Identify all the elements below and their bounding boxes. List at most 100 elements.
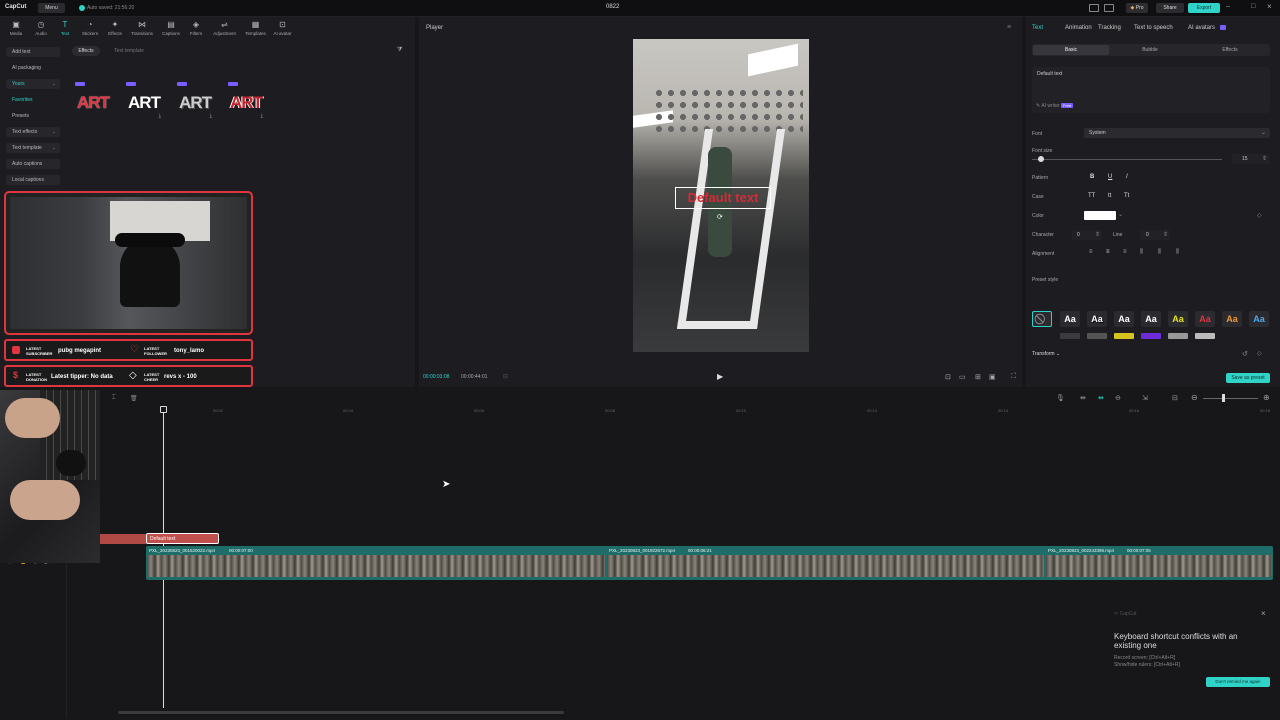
preset-row2-6[interactable] [1195, 333, 1215, 339]
microphone-icon[interactable]: 🎙 [1056, 394, 1065, 402]
playhead-handle[interactable] [160, 406, 167, 413]
text-input[interactable]: Default text ✎ AI writer Free [1032, 67, 1270, 113]
sidebar-item-favorites[interactable]: Favorites [6, 95, 60, 105]
subtab-basic[interactable]: Basic [1033, 45, 1109, 55]
tool-captions[interactable]: ▤ Captions [159, 20, 183, 36]
preset-black-outline[interactable]: Aa [1141, 311, 1161, 327]
shortcut-icon[interactable] [1104, 4, 1114, 12]
sidebar-item-add-text[interactable]: Add text [6, 47, 60, 57]
text-clip[interactable]: Default text [146, 533, 219, 544]
subtab-effects[interactable]: Effects [1192, 45, 1268, 55]
pro-button[interactable]: ◆ Pro [1126, 3, 1148, 13]
case-title-button[interactable]: Tt [1124, 193, 1129, 199]
tab-text-to-speech[interactable]: Text to speech [1134, 25, 1173, 31]
align-bottom-icon[interactable]: ⫼ [1176, 249, 1179, 256]
preset-shadow[interactable]: Aa [1114, 311, 1134, 327]
color-picker[interactable] [1084, 211, 1116, 220]
stepper-icon[interactable]: ⇕ [1095, 231, 1100, 238]
stepper-icon[interactable]: ⇕ [1163, 231, 1168, 238]
preset-blue[interactable]: Aa [1249, 311, 1269, 327]
video-clip-3[interactable] [1046, 555, 1272, 577]
split-icon[interactable]: ⌶ [112, 395, 116, 402]
template-art-red-outline[interactable]: ART ⤓ [226, 81, 266, 121]
reset-icon[interactable]: ↺ [1242, 350, 1248, 358]
sidebar-item-text-effects[interactable]: Text effects ⌄ [6, 127, 60, 137]
player-menu-icon[interactable]: ≡ [1007, 24, 1011, 31]
tab-animation[interactable]: Animation [1065, 25, 1092, 31]
align-center-icon[interactable]: ≡ [1106, 249, 1110, 255]
preset-outline[interactable]: Aa [1087, 311, 1107, 327]
tab-text[interactable]: Text [1032, 25, 1043, 31]
filter-icon[interactable]: ⧩ [397, 47, 402, 54]
template-art-white[interactable]: ART ⤓ [124, 81, 164, 121]
sidebar-item-local-captions[interactable]: Local captions [6, 175, 60, 185]
tab-effects[interactable]: Effects [72, 46, 100, 56]
maximize-icon[interactable]: □ [1251, 3, 1255, 10]
line-spacing-input[interactable]: 0 ⇕ [1140, 230, 1170, 240]
preset-none[interactable]: ⃠ [1032, 311, 1052, 327]
subtab-bubble[interactable]: Bubble [1112, 45, 1188, 55]
quality-icon[interactable]: ▣ [989, 373, 996, 381]
underline-button[interactable]: U [1108, 174, 1112, 180]
tab-text-template[interactable]: Text template [106, 46, 152, 56]
video-clip-2[interactable] [607, 555, 1044, 577]
bold-button[interactable]: B [1090, 174, 1094, 180]
close-icon[interactable]: × [1267, 2, 1272, 11]
preset-row2-5[interactable] [1168, 333, 1188, 339]
tab-ai-avatars[interactable]: AI avatars [1188, 25, 1215, 31]
character-spacing-input[interactable]: 0 ⇕ [1072, 230, 1102, 240]
download-icon[interactable]: ⤓ [159, 113, 161, 119]
tool-media[interactable]: ▣ Media [4, 20, 28, 36]
preset-orange[interactable]: Aa [1222, 311, 1242, 327]
transform-section[interactable]: Transform ⌄ [1032, 351, 1060, 357]
link-icon[interactable]: ⇹ [1080, 394, 1086, 402]
timecode-icon[interactable]: ⊟ [503, 373, 508, 380]
font-size-slider-handle[interactable] [1038, 156, 1044, 162]
tool-adjustment[interactable]: ⇌ Adjustment [211, 20, 238, 36]
sidebar-item-ai-packaging[interactable]: AI packaging [6, 63, 60, 73]
minimize-icon[interactable]: – [1226, 3, 1230, 10]
text-overlay-box[interactable]: Default text [675, 187, 771, 209]
align-right-icon[interactable]: ≡ [1123, 249, 1127, 255]
keyframe-icon[interactable]: ◇ [1257, 212, 1262, 219]
save-as-preset-button[interactable]: Save as preset [1226, 373, 1270, 383]
tool-filters[interactable]: ◈ Filters [184, 20, 208, 36]
preset-row2-2[interactable] [1087, 333, 1107, 339]
dont-remind-button[interactable]: Don't remind me again [1206, 677, 1270, 687]
fit-icon[interactable]: ⊟ [1172, 394, 1178, 402]
preset-white[interactable]: Aa [1060, 311, 1080, 327]
tab-tracking[interactable]: Tracking [1098, 25, 1121, 31]
download-icon[interactable]: ⤓ [210, 113, 212, 119]
layout-icon[interactable] [1089, 4, 1099, 12]
video-preview[interactable]: Default text ⟳ [633, 39, 809, 352]
template-art-silver[interactable]: ART ⤓ [175, 81, 215, 121]
ratio-icon[interactable]: ▭ [959, 373, 966, 381]
zoom-in-icon[interactable]: ⊕ [1263, 393, 1270, 402]
keyframe-icon[interactable]: ◇ [1257, 350, 1262, 357]
menu-button[interactable]: Menu [38, 3, 65, 13]
zoom-fit-icon[interactable]: ⊞ [975, 373, 981, 381]
magnet-icon[interactable]: ⇹ [1098, 394, 1104, 402]
play-icon[interactable]: ▶ [717, 372, 723, 381]
preset-yellow[interactable]: Aa [1168, 311, 1188, 327]
rotate-handle-icon[interactable]: ⟳ [717, 213, 723, 221]
case-lower-button[interactable]: tt [1108, 193, 1111, 199]
share-button[interactable]: Share [1156, 3, 1184, 13]
align-left-icon[interactable]: ≡ [1089, 249, 1093, 255]
zoom-out-icon[interactable]: ⊖ [1191, 393, 1198, 402]
preset-row2-3[interactable] [1114, 333, 1134, 339]
template-art-red[interactable]: ART [73, 81, 113, 121]
tool-ai-avatar[interactable]: ⊡ AI avatar [270, 20, 295, 36]
tool-effects[interactable]: ✦ Effects [103, 20, 127, 36]
ai-writer-button[interactable]: ✎ AI writer Free [1036, 103, 1074, 109]
italic-button[interactable]: I [1126, 174, 1128, 180]
sidebar-item-auto-captions[interactable]: Auto captions [6, 159, 60, 169]
preset-row2-4[interactable] [1141, 333, 1161, 339]
sidebar-item-yours[interactable]: Yours ⌄ [6, 79, 60, 89]
sidebar-item-text-template[interactable]: Text template ⌄ [6, 143, 60, 153]
zoom-slider[interactable] [1203, 398, 1258, 399]
link-chain-icon[interactable]: ⊖ [1115, 394, 1121, 402]
close-icon[interactable]: × [1261, 609, 1266, 618]
align-justify-icon[interactable]: ⫼ [1140, 249, 1143, 256]
align-vertical-icon[interactable]: ⫼ [1158, 249, 1161, 256]
